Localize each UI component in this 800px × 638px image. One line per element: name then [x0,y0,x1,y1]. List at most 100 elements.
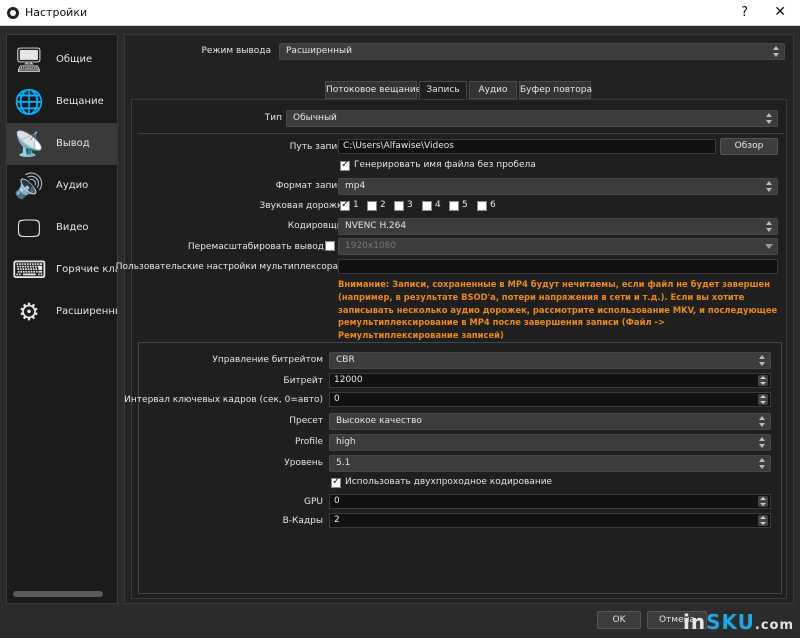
sidebar-item-general[interactable]: 🖥 Общие [7,39,117,81]
output-mode-select[interactable]: Расширенный [279,43,785,60]
sidebar-item-label: Горячие клави [56,264,117,275]
audio-track-5-label: 5 [462,200,468,210]
preset-select[interactable]: Высокое качество [329,413,771,430]
window-title: Настройки [25,6,88,19]
muxer-settings-input[interactable] [338,259,778,274]
two-pass-label: Использовать двухпроходное кодирование [345,477,553,487]
type-label: Тип [264,113,282,123]
audio-track-1-checkbox[interactable] [340,199,350,211]
sidebar-item-hotkeys[interactable]: ⌨ Горячие клави [7,249,117,291]
encoder-settings-group: Управление битрейтом CBR Битрейт 12000 И… [124,342,782,594]
bitrate-label: Битрейт [283,376,323,386]
sidebar-item-stream[interactable]: 🌐 Вещание [7,81,117,123]
watermark-suffix: .com [754,618,794,633]
spin-arrows-icon[interactable] [758,394,768,405]
level-select[interactable]: 5.1 [329,455,771,472]
recording-path-input[interactable]: C:\Users\Alfawise\Videos [338,139,716,154]
close-icon[interactable]: ✕ [774,4,786,20]
sidebar-item-video[interactable]: 🖵 Видео [7,207,117,249]
audio-track-6-label: 6 [490,200,496,210]
tab-recording[interactable]: Запись [419,81,467,99]
obs-logo-icon [7,7,19,19]
window-titlebar: Настройки ? ✕ [0,0,800,26]
divider [138,133,784,134]
audio-track-2-checkbox[interactable] [367,201,377,211]
audio-track-label: Звуковая дорожка [259,201,348,211]
two-pass-checkbox[interactable] [331,476,341,488]
output-settings-content: Режим вывода Расширенный Потоковое вещан… [116,34,794,604]
keyframe-interval-label: Интервал ключевых кадров (сек, 0=авто) [124,395,323,405]
updown-arrows-icon [758,457,767,470]
display-icon: 🖵 [17,214,41,242]
gpu-value: 0 [334,496,340,506]
sidebar-horizontal-scrollbar[interactable] [13,591,103,597]
preset-value: Высокое качество [336,416,422,426]
rescale-output-checkbox[interactable] [325,241,335,251]
encoder-select[interactable]: NVENC H.264 [338,218,778,235]
recording-type-select[interactable]: Обычный [286,110,778,127]
sidebar-item-output[interactable]: 📡 Вывод [7,123,117,165]
rescale-output-label: Перемасштабировать вывод [187,242,324,252]
updown-arrows-icon [758,354,767,367]
output-mode-value: Расширенный [286,46,352,56]
help-icon[interactable]: ? [741,5,748,20]
muxer-settings-label: Пользовательские настройки мультиплексор… [115,262,338,272]
bframes-value: 2 [334,515,340,525]
bframes-spinbox[interactable]: 2 [329,513,771,528]
profile-value: high [336,437,356,447]
antenna-icon: 📡 [14,130,44,158]
recording-format-select[interactable]: mp4 [338,178,778,195]
audio-track-6-checkbox[interactable] [477,201,487,211]
rate-control-label: Управление битрейтом [212,355,323,365]
rescale-resolution-select[interactable]: 1920x1080 [338,238,778,255]
mp4-warning-text: Внимание: Записи, сохраненные в MP4 буду… [338,279,778,341]
settings-sidebar: 🖥 Общие 🌐 Вещание 📡 Вывод 🔊 Аудио 🖵 Виде… [6,34,118,604]
spin-arrows-icon[interactable] [758,515,768,526]
rate-control-select[interactable]: CBR [329,352,771,369]
sidebar-item-label: Аудио [56,180,89,191]
output-mode-label: Режим вывода [201,46,271,56]
sidebar-item-audio[interactable]: 🔊 Аудио [7,165,117,207]
speaker-icon: 🔊 [14,172,44,200]
ok-button[interactable]: OK [597,611,641,629]
spin-arrows-icon[interactable] [758,496,768,507]
no-space-filename-checkbox[interactable] [340,159,350,171]
tab-replay-buffer[interactable]: Буфер повтора [519,81,592,99]
encoder-value: NVENC H.264 [345,221,407,231]
globe-icon: 🌐 [14,88,44,116]
watermark-logo: inSKU.com [683,610,794,634]
level-value: 5.1 [336,458,351,468]
level-label: Уровень [284,458,323,468]
recording-panel: Тип Обычный Путь записи C:\Users\Alfawis… [116,99,787,599]
audio-track-5-checkbox[interactable] [449,201,459,211]
browse-button[interactable]: Обзор [720,138,778,155]
profile-label: Profile [295,437,323,447]
tab-streaming[interactable]: Потоковое вещание [325,81,421,99]
updown-arrows-icon [772,45,781,58]
rate-control-value: CBR [336,355,355,365]
monitor-icon: 🖥 [13,46,45,74]
gpu-spinbox[interactable]: 0 [329,494,771,509]
audio-track-4-label: 4 [435,200,441,210]
keyframe-interval-spinbox[interactable]: 0 [329,392,771,407]
audio-track-3-checkbox[interactable] [394,201,404,211]
watermark-main: in [682,610,707,634]
sidebar-item-label: Вещание [56,96,104,107]
sidebar-item-label: Общие [56,54,93,65]
recording-type-value: Обычный [293,113,337,123]
recording-format-value: mp4 [345,181,366,191]
spin-arrows-icon[interactable] [758,375,768,386]
sidebar-item-advanced[interactable]: ⚙ Расширенные [7,291,117,333]
no-space-filename-label: Генерировать имя файла без пробела [354,160,536,170]
audio-track-4-checkbox[interactable] [422,201,432,211]
profile-select[interactable]: high [329,434,771,451]
tab-audio[interactable]: Аудио [469,81,517,99]
updown-arrows-icon [758,415,767,428]
sidebar-item-label: Расширенные [56,306,117,317]
gpu-label: GPU [304,497,323,507]
bitrate-spinbox[interactable]: 12000 [329,373,771,388]
rescale-resolution-value: 1920x1080 [345,241,397,251]
preset-label: Пресет [289,416,323,426]
sidebar-item-label: Вывод [56,138,90,149]
updown-arrows-icon [765,112,774,125]
